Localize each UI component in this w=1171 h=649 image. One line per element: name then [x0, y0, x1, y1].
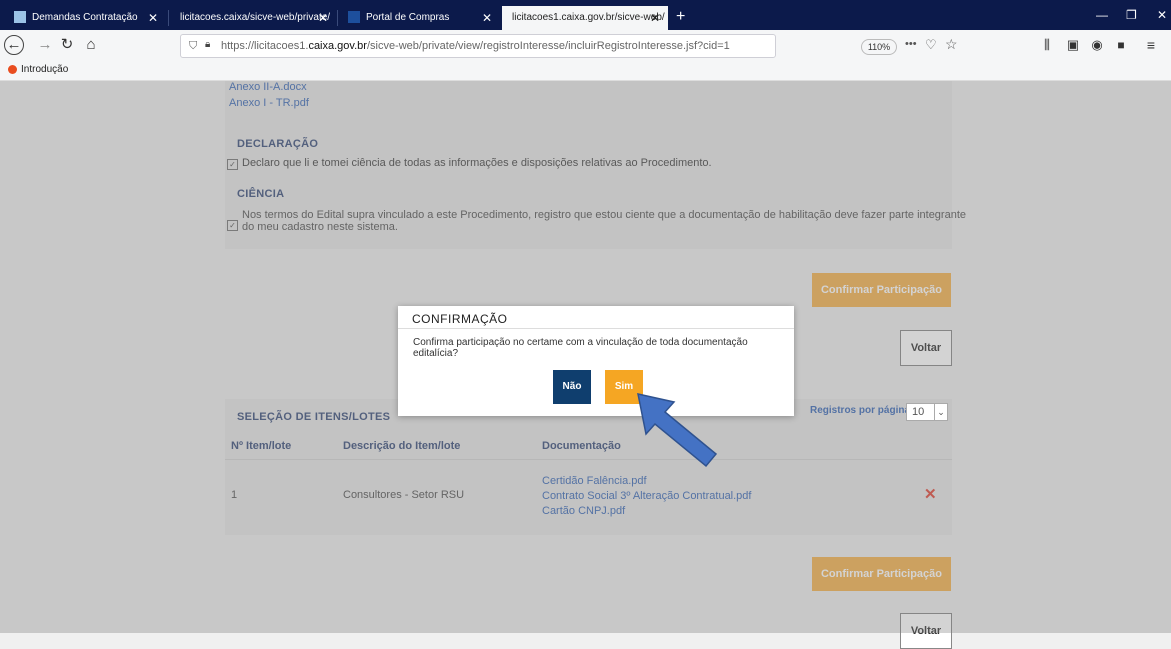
chevron-down-icon: ⌄: [934, 404, 947, 420]
menu-icon[interactable]: ≡: [1140, 34, 1162, 56]
close-icon[interactable]: ✕: [148, 6, 158, 30]
page-icon: [14, 11, 26, 24]
forward-icon[interactable]: →: [34, 34, 56, 56]
tab-licitacoes[interactable]: licitacoes.caixa/sicve-web/private/✕: [170, 6, 336, 30]
tab-label: licitacoes1.caixa.gov.br/sicve-web/: [512, 12, 665, 23]
close-icon[interactable]: ✕: [318, 6, 328, 30]
browser-tab-bar: Demandas Contratação ✕ licitacoes.caixa/s…: [0, 0, 1171, 30]
per-page-select[interactable]: 10 ⌄: [906, 403, 948, 421]
more-actions-icon[interactable]: •••: [905, 38, 917, 50]
per-page-value: 10: [912, 406, 925, 418]
tab-label: Portal de Compras: [366, 12, 450, 23]
address-bar[interactable]: ⛉ 🔒︎ https://licitacoes1.caixa.gov.br/si…: [180, 34, 958, 58]
tab-active[interactable]: licitacoes1.caixa.gov.br/sicve-web/✕: [502, 6, 668, 30]
pocket-icon[interactable]: ♡: [925, 37, 937, 53]
bookmark-label: Introdução: [21, 64, 69, 75]
zoom-level[interactable]: 110%: [861, 39, 897, 55]
bookmark-item[interactable]: Introdução: [8, 64, 68, 75]
close-window-icon[interactable]: ✕: [1157, 4, 1167, 26]
firefox-icon: [8, 64, 17, 74]
no-button[interactable]: Não: [553, 370, 591, 404]
home-icon[interactable]: ⌂: [80, 34, 102, 56]
maximize-icon[interactable]: ❐: [1126, 4, 1137, 26]
url-domain: caixa.gov.br: [308, 40, 367, 52]
dialog-message: Confirma participação no certame com a v…: [413, 337, 748, 359]
tab-label: Demandas Contratação: [32, 12, 138, 23]
tab-demandas[interactable]: Demandas Contratação ✕: [4, 6, 166, 30]
url-path: /sicve-web/private/view/registroInteress…: [366, 40, 730, 52]
bookmark-star-icon[interactable]: ☆: [945, 36, 958, 53]
minimize-icon[interactable]: —: [1096, 4, 1108, 26]
extension-icon[interactable]: ■: [1110, 34, 1132, 56]
reload-icon[interactable]: ↻: [56, 34, 78, 56]
close-icon[interactable]: ✕: [650, 6, 660, 30]
library-icon[interactable]: ⫼: [1036, 34, 1058, 56]
sidebar-icon[interactable]: ▣: [1062, 34, 1084, 56]
back-icon[interactable]: ←: [4, 35, 24, 55]
browser-nav-bar: ← → ↻ ⌂ ⛉ 🔒︎ https://licitacoes1.caixa.g…: [0, 30, 1171, 62]
portal-icon: [348, 11, 360, 24]
account-icon[interactable]: ◉: [1086, 34, 1108, 56]
tab-separator: [168, 10, 169, 26]
divider: [398, 328, 794, 329]
lock-icon: 🔒︎: [205, 39, 211, 50]
dialog-title: CONFIRMAÇÃO: [412, 312, 508, 326]
tab-portal-compras[interactable]: Portal de Compras ✕: [338, 6, 500, 30]
url-text: https://licitacoes1.caixa.gov.br/sicve-w…: [221, 35, 730, 57]
url-prefix: https://licitacoes1.: [221, 40, 309, 52]
confirmation-dialog: CONFIRMAÇÃO Confirma participação no cer…: [398, 306, 794, 416]
new-tab-button[interactable]: +: [676, 6, 685, 28]
tab-label: licitacoes.caixa/sicve-web/private/: [180, 12, 331, 23]
annotation-arrow-icon: [637, 393, 718, 468]
bookmarks-bar: Introdução: [0, 62, 1171, 81]
close-icon[interactable]: ✕: [482, 6, 492, 30]
shield-icon: ⛉: [189, 40, 198, 52]
